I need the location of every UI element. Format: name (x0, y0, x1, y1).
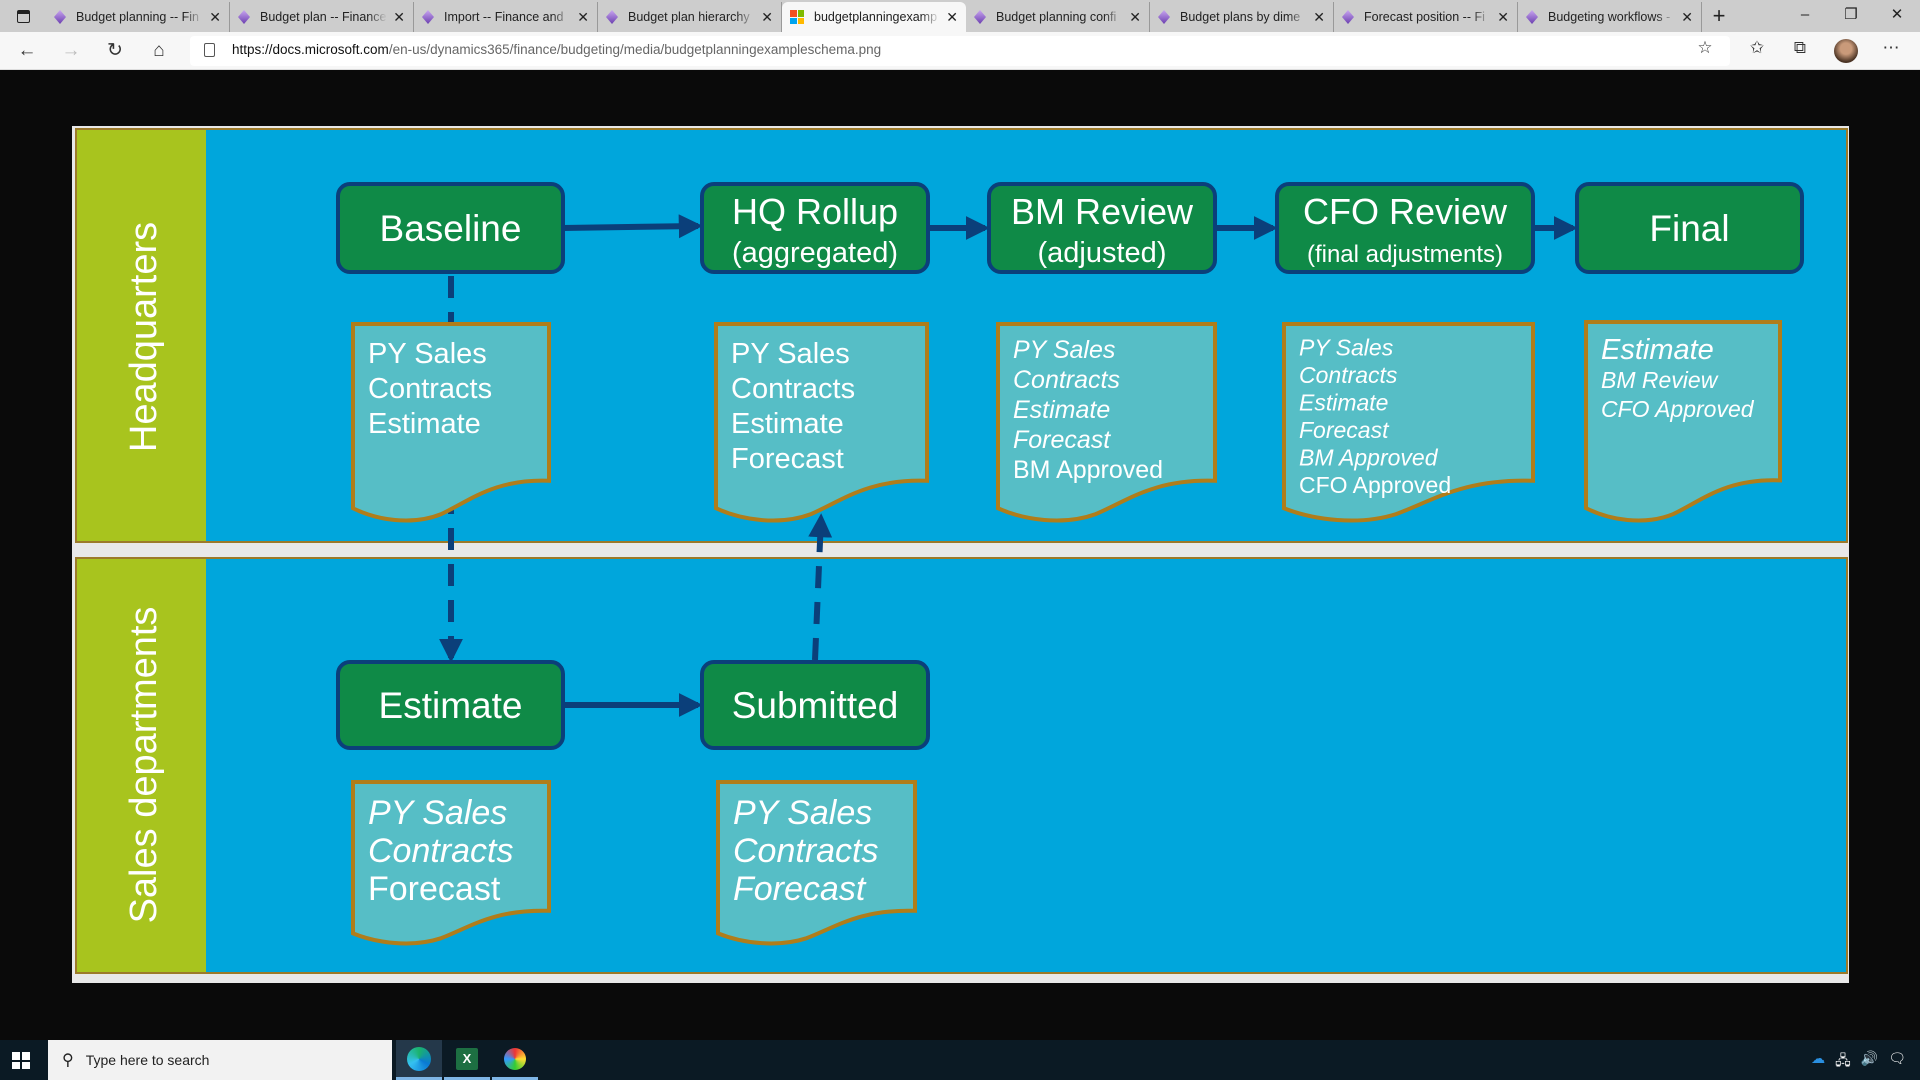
document-line: BM Approved (1299, 445, 1439, 471)
document-line: Contracts (733, 832, 879, 870)
document-line: Contracts (1299, 362, 1398, 388)
document-line: Estimate (1013, 396, 1110, 424)
document-line: Estimate (1601, 334, 1714, 366)
taskbar-edge-button[interactable] (396, 1040, 442, 1080)
step-subtitle: (adjusted) (1038, 237, 1167, 269)
step-title: BM Review (1011, 191, 1194, 232)
taskbar-search-input[interactable]: ⚲ Type here to search (48, 1040, 392, 1080)
step-title: Submitted (732, 685, 899, 726)
document-line: PY Sales (731, 338, 850, 370)
volume-icon[interactable]: 🔊 (1861, 1050, 1878, 1074)
onedrive-icon[interactable]: ☁ (1811, 1050, 1825, 1074)
document-line: Estimate (1299, 390, 1388, 416)
document-line: CFO Approved (1299, 472, 1451, 498)
document-line: Estimate (731, 408, 844, 440)
step-subtitle: (final adjustments) (1307, 241, 1503, 268)
windows-start-button[interactable] (12, 1052, 30, 1069)
budget-planning-diagram: Headquarters Sales departments PY SalesC… (72, 126, 1849, 983)
document-line: Forecast (1299, 417, 1390, 443)
step-cfo-review: CFO Review (final adjustments) (1275, 182, 1535, 274)
step-subtitle: (aggregated) (732, 237, 898, 269)
document-line: Forecast (731, 443, 844, 475)
step-estimate: Estimate (336, 660, 565, 750)
document-line: Estimate (368, 408, 481, 440)
step-final: Final (1575, 182, 1804, 274)
notifications-icon[interactable]: 🗨 (1888, 1050, 1906, 1074)
lane-label-sales-departments: Sales departments (123, 607, 165, 924)
step-title: CFO Review (1303, 191, 1508, 232)
document-line: Forecast (733, 870, 867, 908)
step-title: HQ Rollup (732, 191, 898, 232)
taskbar-paint-button[interactable] (492, 1040, 538, 1080)
lane-sales-departments (75, 557, 1848, 974)
document-line: Contracts (368, 832, 514, 870)
document-line: PY Sales (1013, 336, 1115, 364)
search-icon: ⚲ (62, 1052, 74, 1069)
document-line: BM Approved (1013, 456, 1163, 484)
lane-label-headquarters: Headquarters (123, 222, 165, 452)
document-line: Contracts (1013, 366, 1120, 394)
document-line: Contracts (731, 373, 855, 405)
taskbar-excel-button[interactable]: X (444, 1040, 490, 1080)
document-line: BM Review (1601, 367, 1719, 393)
document-line: Forecast (1013, 426, 1111, 454)
step-title: Baseline (380, 208, 522, 249)
document-line: PY Sales (368, 794, 507, 832)
document-line: PY Sales (368, 338, 487, 370)
step-title: Estimate (379, 685, 523, 726)
step-baseline: Baseline (336, 182, 565, 274)
document-line: Forecast (368, 870, 501, 908)
edge-icon (407, 1046, 431, 1071)
document-line: Contracts (368, 373, 492, 405)
step-submitted: Submitted (700, 660, 930, 750)
arrow-baseline-to-hq-rollup (562, 214, 703, 239)
document-line: PY Sales (733, 794, 872, 832)
step-bm-review: BM Review (adjusted) (987, 182, 1217, 274)
step-title: Final (1649, 208, 1729, 249)
step-hq-rollup: HQ Rollup (aggregated) (700, 182, 930, 274)
paint-icon (504, 1047, 526, 1070)
document-line: CFO Approved (1601, 396, 1755, 422)
excel-icon: X (456, 1047, 478, 1070)
document-line: PY Sales (1299, 335, 1394, 361)
network-icon[interactable]: 🖧 (1835, 1050, 1851, 1074)
system-tray: ☁ 🖧 🔊 🗨 (1811, 1050, 1906, 1074)
taskbar: ⚲ Type here to search X ☁ 🖧 🔊 🗨 (0, 1040, 1920, 1080)
